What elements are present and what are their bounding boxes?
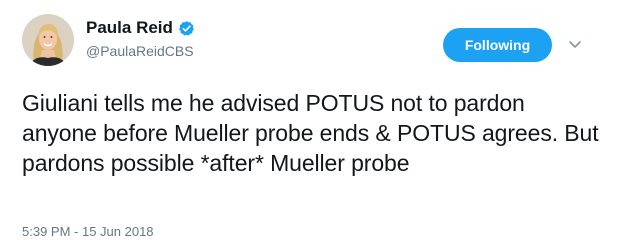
tweet-timestamp[interactable]: 5:39 PM - 15 Jun 2018	[22, 224, 154, 240]
author-display-name[interactable]: Paula Reid	[86, 18, 173, 38]
author-name-row[interactable]: Paula Reid	[86, 18, 195, 38]
verified-badge-icon	[178, 20, 195, 37]
chevron-down-icon[interactable]	[567, 38, 583, 52]
author-handle[interactable]: @PaulaReidCBS	[86, 42, 194, 60]
tweet-card: Paula Reid @PaulaReidCBS Following Giuli…	[0, 0, 620, 250]
following-button[interactable]: Following	[443, 28, 552, 62]
tweet-text: Giuliani tells me he advised POTUS not t…	[22, 90, 599, 176]
avatar[interactable]	[22, 14, 74, 66]
